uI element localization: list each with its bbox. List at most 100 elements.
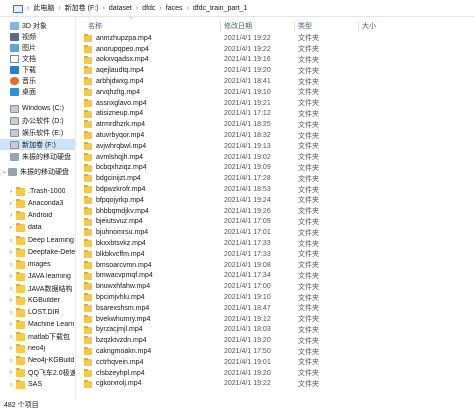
nav-item-folder[interactable]: › Anaconda3 xyxy=(0,198,75,209)
table-row[interactable]: avmlshqjh.mp4 2021/4/1 19:02 文件夹 xyxy=(76,152,474,163)
column-divider[interactable] xyxy=(358,21,359,32)
table-row[interactable]: bcbqxhziqz.mp4 2021/4/1 19:09 文件夹 xyxy=(76,163,474,174)
nav-item-drive-e[interactable]: 娱乐软件 (E:) xyxy=(0,127,75,138)
nav-item-folder[interactable]: › images xyxy=(0,259,75,270)
table-row[interactable]: cctrhqvein.mp4 2021/4/1 19:01 文件夹 xyxy=(76,357,474,368)
nav-item-folder[interactable]: › neo4j xyxy=(0,343,75,354)
table-row[interactable]: bhbbqmdjkv.mp4 2021/4/1 19:26 文件夹 xyxy=(76,206,474,217)
address-bar[interactable]: › 此电脑 › 新加卷 (F:) › dataset › dfdc › face… xyxy=(0,0,474,17)
nav-item-folder[interactable]: › Deepfake-Dete xyxy=(0,247,75,258)
nav-item-folder[interactable]: › Deep Learning xyxy=(0,235,75,246)
table-row[interactable]: bmwacvpmqf.mp4 2021/4/1 17:34 文件夹 xyxy=(76,271,474,282)
file-name: cakngmoakn.mp4 xyxy=(96,348,152,356)
table-row[interactable]: bmsoarcvmn.mp4 2021/4/1 19:08 文件夹 xyxy=(76,260,474,271)
music-icon xyxy=(10,76,19,85)
breadcrumb-dfdc[interactable]: dfdc xyxy=(139,5,158,12)
table-row[interactable]: byrzacjmjl.mp4 2021/4/1 18:03 文件夹 xyxy=(76,325,474,336)
table-row[interactable]: bdgcinijzt.mp4 2021/4/1 17:28 文件夹 xyxy=(76,173,474,184)
table-row[interactable]: bjeiutsvuz.mp4 2021/4/1 17:09 文件夹 xyxy=(76,217,474,228)
file-name: avmlshqjh.mp4 xyxy=(96,153,144,161)
nav-item-folder[interactable]: › Neo4j-KGBuild xyxy=(0,355,75,366)
column-divider[interactable] xyxy=(294,21,295,32)
drive-icon xyxy=(10,128,19,137)
file-type: 文件夹 xyxy=(298,294,319,302)
file-list[interactable]: anmzhupzpa.mp4 2021/4/1 19:22 文件夹 anorupqpe… xyxy=(76,33,474,400)
usb-drive-icon xyxy=(10,152,19,161)
nav-item-folder[interactable]: › QQ飞车2.0极速 xyxy=(0,367,75,378)
table-row[interactable]: aqejlaudtq.mp4 2021/4/1 19:20 文件夹 xyxy=(76,65,474,76)
nav-item-videos[interactable]: 视频 xyxy=(0,31,75,42)
nav-item-folder[interactable]: › LOST.DIR xyxy=(0,307,75,318)
breadcrumb-dataset[interactable]: dataset xyxy=(106,5,135,12)
table-row[interactable]: arvqhzltg.mp4 2021/4/1 19:10 文件夹 xyxy=(76,87,474,98)
table-row[interactable]: cgkorxrolj.mp4 2021/4/1 19:22 文件夹 xyxy=(76,379,474,390)
table-row[interactable]: atrmrdhzrk.mp4 2021/4/1 18:25 文件夹 xyxy=(76,119,474,130)
table-row[interactable]: bvekwhumry.mp4 2021/4/1 19:12 文件夹 xyxy=(76,314,474,325)
file-name: byrzacjmjl.mp4 xyxy=(96,326,143,334)
file-modified-date: 2021/4/1 17:33 xyxy=(224,250,271,258)
column-header-type[interactable]: 类型 xyxy=(298,21,312,32)
breadcrumb-faces[interactable]: faces xyxy=(163,5,186,12)
nav-item-3d-objects[interactable]: 3D 对象 xyxy=(0,20,75,31)
nav-item-folder[interactable]: › Machine Learn xyxy=(0,319,75,330)
nav-item-folder[interactable]: › Android xyxy=(0,210,75,221)
nav-item-folder[interactable]: › .Trash-1000 xyxy=(0,186,75,197)
table-row[interactable]: atuvrbyqor.mp4 2021/4/1 18:32 文件夹 xyxy=(76,130,474,141)
table-row[interactable]: bjuhnomrsu.mp4 2021/4/1 17:01 文件夹 xyxy=(76,227,474,238)
nav-item-downloads[interactable]: 下载 xyxy=(0,64,75,75)
table-row[interactable]: bdpwzkrofr.mp4 2021/4/1 18:53 文件夹 xyxy=(76,184,474,195)
file-modified-date: 2021/4/1 19:13 xyxy=(224,142,271,150)
nav-item-pictures[interactable]: 图片 xyxy=(0,42,75,53)
nav-item-drive-f[interactable]: 新加卷 (F:) xyxy=(0,139,75,150)
nav-item-folder[interactable]: › SAS xyxy=(0,379,75,390)
nav-item-usb-drive[interactable]: 朱振的移动硬盘 xyxy=(0,151,75,162)
breadcrumb-drive-f[interactable]: 新加卷 (F:) xyxy=(62,3,102,13)
table-row[interactable]: assnxglavo.mp4 2021/4/1 19:21 文件夹 xyxy=(76,98,474,109)
table-row[interactable]: bsarexshsm.mp4 2021/4/1 18:47 文件夹 xyxy=(76,303,474,314)
column-header-name[interactable]: 名称 xyxy=(88,21,102,32)
folder-icon xyxy=(84,336,92,345)
nav-item-folder[interactable]: › data xyxy=(0,222,75,233)
nav-item-folder[interactable]: › JAVA learning xyxy=(0,271,75,282)
file-name: aqejlaudtq.mp4 xyxy=(96,67,144,75)
table-row[interactable]: bnuwxhfahw.mp4 2021/4/1 17:00 文件夹 xyxy=(76,281,474,292)
navigation-pane[interactable]: 3D 对象 视频 图片 文档 下载 音乐 桌面 Windows (C:) 办公软… xyxy=(0,17,76,400)
nav-item-drive-c[interactable]: Windows (C:) xyxy=(0,103,75,114)
table-row[interactable]: cakngmoakn.mp4 2021/4/1 17:50 文件夹 xyxy=(76,346,474,357)
table-row[interactable]: avjwhrqbwl.mp4 2021/4/1 19:13 文件夹 xyxy=(76,141,474,152)
breadcrumb-current-folder[interactable]: dfdc_train_part_1 xyxy=(190,5,250,12)
breadcrumb-this-pc[interactable]: 此电脑 xyxy=(30,3,57,13)
nav-item-usb-drive-expanded[interactable]: ⌄ 朱振的移动硬盘 xyxy=(0,166,75,177)
nav-item-music[interactable]: 音乐 xyxy=(0,75,75,86)
table-row[interactable]: bzqzktvzdn.mp4 2021/4/1 19:20 文件夹 xyxy=(76,335,474,346)
folder-icon xyxy=(84,239,92,248)
file-name: bpcimjvhlu.mp4 xyxy=(96,294,145,302)
nav-item-drive-d[interactable]: 办公软件 (D:) xyxy=(0,115,75,126)
table-row[interactable]: bfpqojyrkp.mp4 2021/4/1 19:24 文件夹 xyxy=(76,195,474,206)
folder-icon xyxy=(16,210,25,220)
table-row[interactable]: anorupqpeo.mp4 2021/4/1 19:22 文件夹 xyxy=(76,44,474,55)
file-name: atrmrdhzrk.mp4 xyxy=(96,121,146,129)
file-modified-date: 2021/4/1 18:03 xyxy=(224,326,271,334)
column-divider[interactable] xyxy=(220,21,221,32)
nav-item-documents[interactable]: 文档 xyxy=(0,53,75,64)
column-header-date[interactable]: 修改日期 xyxy=(224,21,252,32)
nav-item-folder[interactable]: › KGBuilder xyxy=(0,295,75,306)
table-row[interactable]: anmzhupzpa.mp4 2021/4/1 19:22 文件夹 xyxy=(76,33,474,44)
table-row[interactable]: aokxvqadsx.mp4 2021/4/1 19:16 文件夹 xyxy=(76,55,474,66)
column-header-size[interactable]: 大小 xyxy=(362,21,376,32)
nav-item-desktop[interactable]: 桌面 xyxy=(0,86,75,97)
file-modified-date: 2021/4/1 19:09 xyxy=(224,164,271,172)
table-row[interactable]: bkxxbtsvkz.mp4 2021/4/1 17:33 文件夹 xyxy=(76,238,474,249)
file-name: bkxxbtsvkz.mp4 xyxy=(96,240,146,248)
table-row[interactable]: bpcimjvhlu.mp4 2021/4/1 19:10 文件夹 xyxy=(76,292,474,303)
table-row[interactable]: blkbkvcffm.mp4 2021/4/1 17:33 文件夹 xyxy=(76,249,474,260)
file-type: 文件夹 xyxy=(298,35,319,43)
file-name: cctrhqvein.mp4 xyxy=(96,358,144,366)
nav-item-folder[interactable]: › JAVA数据结构 xyxy=(0,283,75,294)
table-row[interactable]: arbhjdwxg.mp4 2021/4/1 18:41 文件夹 xyxy=(76,76,474,87)
table-row[interactable]: atisizneup.mp4 2021/4/1 17:12 文件夹 xyxy=(76,109,474,120)
table-row[interactable]: cfsbzeyhpl.mp4 2021/4/1 19:20 文件夹 xyxy=(76,368,474,379)
nav-item-folder[interactable]: › matlab下载包 xyxy=(0,331,75,342)
file-name: bnuwxhfahw.mp4 xyxy=(96,283,151,291)
